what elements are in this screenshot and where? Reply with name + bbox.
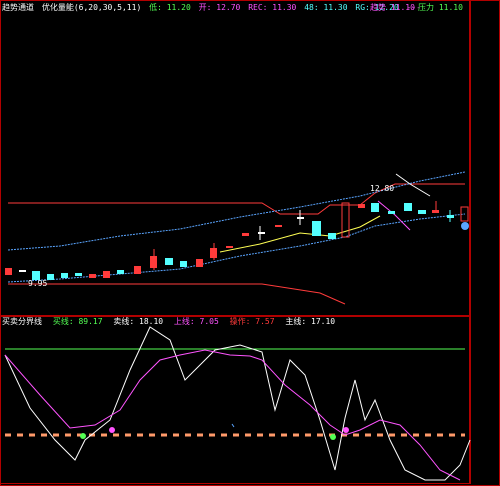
candle-down [75, 273, 82, 276]
lower-support-line [8, 283, 346, 305]
candle-down [371, 203, 379, 212]
high-price-label: 12.80 [370, 184, 395, 193]
candle-down [328, 233, 336, 239]
sell-signal-marker [109, 427, 115, 433]
main-oscillator-line [4, 326, 471, 481]
candle-down [47, 274, 54, 280]
price-marker [461, 222, 469, 230]
candle-down [117, 270, 124, 274]
signal-oscillator-line [4, 349, 461, 481]
low-price-label: 9.95 [28, 279, 48, 288]
candle-up [89, 274, 96, 278]
candle-down [418, 210, 426, 214]
candle-down [61, 273, 68, 278]
candle-down [180, 261, 187, 267]
white-signal-line [395, 173, 431, 197]
candle-up [275, 225, 282, 227]
candle-up [226, 246, 233, 248]
lower-trend-line [7, 213, 466, 283]
candle-down [312, 221, 321, 236]
candle-up [5, 268, 12, 275]
chart-canvas [4, 171, 471, 481]
candle-up [242, 233, 249, 236]
upper-resistance-line [8, 183, 465, 215]
candle-up [196, 259, 203, 267]
candle-down [404, 203, 412, 211]
candle-doji [258, 232, 265, 234]
candle-up [134, 266, 141, 274]
candlesticks [5, 201, 469, 280]
candle-down [165, 258, 173, 265]
buy-signal-marker [330, 434, 336, 440]
candle-up [103, 271, 110, 278]
candle-up [358, 204, 365, 208]
candle-doji [19, 270, 26, 272]
buy-signal-marker [80, 433, 86, 439]
sell-signal-marker [343, 427, 349, 433]
candle-down [388, 211, 395, 214]
tick-marker [231, 423, 235, 428]
